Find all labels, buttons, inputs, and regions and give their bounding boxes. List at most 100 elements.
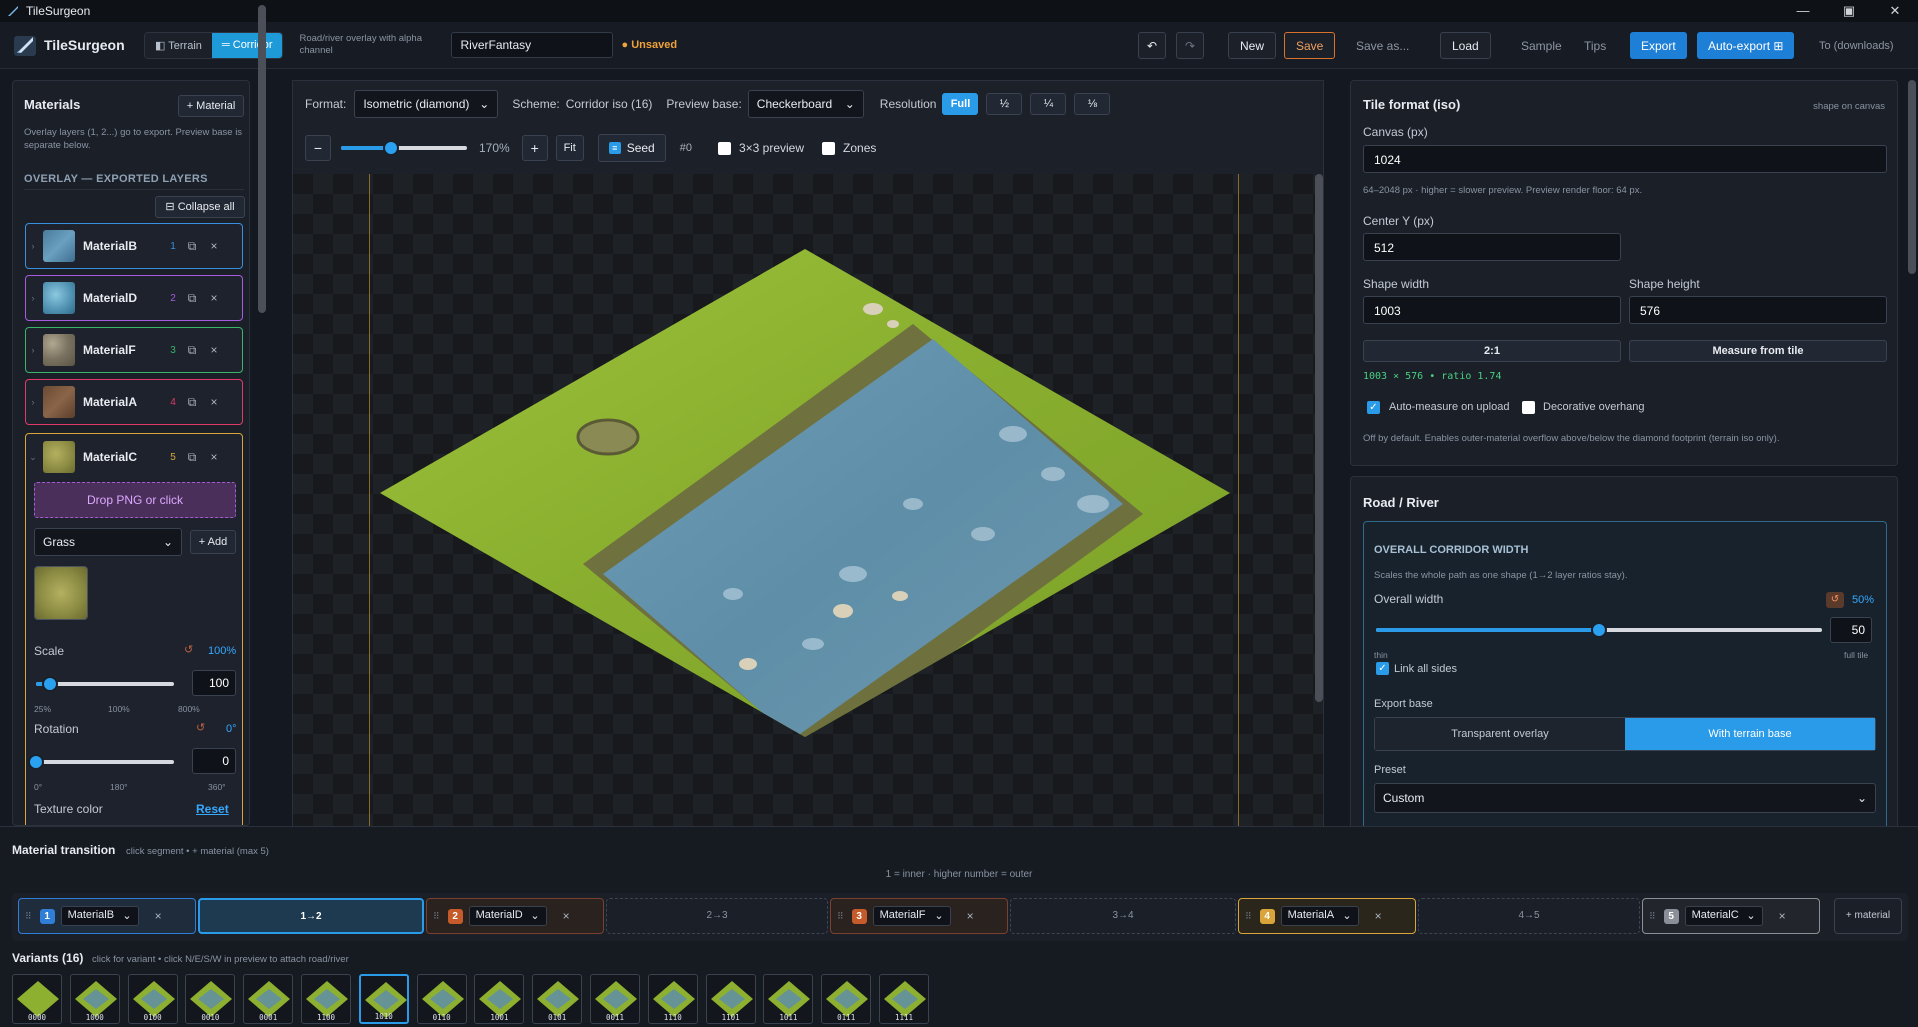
variant-thumbnail[interactable]: 1000	[69, 974, 120, 1024]
variant-thumbnail[interactable]: 1001	[474, 974, 525, 1024]
remove-node-icon[interactable]: ×	[563, 909, 570, 923]
variant-thumbnail[interactable]: 0000	[12, 974, 62, 1024]
expand-caret-icon[interactable]: ›	[26, 397, 40, 407]
tile-preview-canvas[interactable]	[293, 174, 1323, 826]
tips-button[interactable]: Tips	[1573, 32, 1617, 59]
variant-thumbnail[interactable]: 0010	[185, 974, 236, 1024]
preview-base-select[interactable]: Checkerboard ⌄	[747, 90, 864, 118]
res-eighth-button[interactable]: ⅛	[1074, 93, 1111, 115]
transition-node[interactable]: ⠿ 5 MaterialC ⌄ ×	[1642, 898, 1820, 934]
transition-segment[interactable]: 4→5	[1418, 898, 1640, 934]
texture-preview[interactable]	[34, 566, 88, 620]
zoom-out-button[interactable]: −	[305, 135, 331, 161]
layer-row[interactable]: › MaterialD 2 ⧉ ×	[25, 275, 243, 321]
add-material-node-button[interactable]: + material	[1834, 898, 1902, 934]
add-material-button[interactable]: + Material	[178, 95, 244, 117]
scale-slider[interactable]	[36, 676, 174, 692]
duplicate-icon[interactable]: ⧉	[181, 450, 203, 465]
rotation-slider[interactable]	[28, 754, 174, 770]
save-as-button[interactable]: Save as...	[1345, 32, 1420, 59]
node-material-select[interactable]: MaterialD ⌄	[468, 906, 547, 926]
layer-row[interactable]: › MaterialA 4 ⧉ ×	[25, 379, 243, 425]
auto-export-button[interactable]: Auto-export ⊞	[1697, 32, 1795, 59]
variant-thumbnail[interactable]: 1011	[763, 974, 814, 1024]
node-material-select[interactable]: MaterialF ⌄	[872, 906, 951, 926]
remove-node-icon[interactable]: ×	[967, 909, 974, 923]
zoom-in-button[interactable]: +	[521, 135, 548, 161]
layer-row[interactable]: ⌄ MaterialC 5 ⧉ ×	[26, 434, 242, 480]
load-button[interactable]: Load	[1440, 32, 1491, 59]
duplicate-icon[interactable]: ⧉	[181, 239, 203, 254]
canvas-scrollbar[interactable]	[1315, 174, 1323, 702]
node-material-select[interactable]: MaterialA ⌄	[1280, 906, 1359, 926]
reset-width-icon[interactable]: ↺	[1826, 592, 1844, 608]
shape-width-input[interactable]: 1003	[1363, 296, 1621, 324]
save-button[interactable]: Save	[1284, 32, 1336, 59]
settings-scrollbar[interactable]	[1908, 80, 1916, 274]
link-sides-checkbox[interactable]: ✓	[1376, 662, 1389, 675]
remove-node-icon[interactable]: ×	[155, 909, 162, 923]
remove-icon[interactable]: ×	[203, 239, 225, 253]
expand-caret-icon[interactable]: ›	[26, 293, 40, 303]
zoom-slider[interactable]	[341, 140, 467, 156]
grid-preview-checkbox[interactable]	[717, 141, 731, 155]
variant-thumbnail[interactable]: 0110	[416, 974, 467, 1024]
duplicate-icon[interactable]: ⧉	[181, 395, 203, 410]
transition-node[interactable]: ⠿ 3 MaterialF ⌄ ×	[830, 898, 1008, 934]
decorative-overhang-checkbox[interactable]	[1522, 401, 1535, 414]
format-select[interactable]: Isometric (diamond) ⌄	[354, 90, 499, 118]
close-icon[interactable]: ✕	[1872, 0, 1918, 22]
rotation-input[interactable]: 0	[192, 748, 236, 774]
reset-color-link[interactable]: Reset	[196, 802, 229, 816]
variant-thumbnail[interactable]: 0111	[821, 974, 872, 1024]
transition-node[interactable]: ⠿ 2 MaterialD ⌄ ×	[426, 898, 604, 934]
sample-button[interactable]: Sample	[1510, 32, 1573, 59]
transition-node[interactable]: ⠿ 4 MaterialA ⌄ ×	[1238, 898, 1416, 934]
ratio-button[interactable]: 2:1	[1363, 340, 1621, 362]
transition-segment-active[interactable]: 1→2	[198, 898, 424, 934]
zones-checkbox[interactable]	[822, 141, 836, 155]
seed-button[interactable]: ≡ Seed	[597, 134, 666, 162]
variant-thumbnail[interactable]: 0100	[127, 974, 178, 1024]
variant-thumbnail[interactable]: 1100	[301, 974, 351, 1024]
png-drop-zone[interactable]: Drop PNG or click	[34, 482, 236, 518]
collapse-caret-icon[interactable]: ⌄	[26, 452, 40, 463]
drag-handle-icon[interactable]: ⠿	[433, 911, 440, 922]
export-button[interactable]: Export	[1630, 32, 1687, 59]
iso-tile-render[interactable]	[293, 174, 1323, 826]
variant-thumbnail[interactable]: 1101	[705, 974, 756, 1024]
maximize-icon[interactable]: ▣	[1826, 0, 1872, 22]
auto-measure-checkbox[interactable]: ✓	[1367, 401, 1380, 414]
fit-button[interactable]: Fit	[555, 135, 584, 161]
node-material-select[interactable]: MaterialC ⌄	[1684, 906, 1763, 926]
canvas-input[interactable]: 1024	[1363, 145, 1887, 173]
project-name-input[interactable]: RiverFantasy	[451, 32, 614, 58]
node-material-select[interactable]: MaterialB ⌄	[60, 906, 139, 926]
variant-thumbnail[interactable]: 1010	[358, 974, 409, 1024]
redo-button[interactable]: ↷	[1176, 32, 1204, 59]
transition-segment[interactable]: 3→4	[1010, 898, 1236, 934]
variant-thumbnail[interactable]: 0001	[243, 974, 294, 1024]
mode-terrain-tab[interactable]: ◧ Terrain	[145, 32, 212, 58]
drag-handle-icon[interactable]: ⠿	[25, 911, 32, 922]
undo-button[interactable]: ↶	[1138, 32, 1166, 59]
rotation-slider-knob[interactable]	[28, 754, 44, 770]
with-base-option[interactable]: With terrain base	[1625, 718, 1875, 750]
transition-node[interactable]: ⠿ 1 MaterialB ⌄ ×	[18, 898, 196, 934]
mode-corridor-tab[interactable]: ═ Corridor	[211, 32, 283, 58]
add-texture-button[interactable]: + Add	[190, 530, 236, 554]
minimize-icon[interactable]: —	[1780, 0, 1826, 22]
overall-width-knob[interactable]	[1591, 622, 1607, 638]
variant-thumbnail[interactable]: 0011	[590, 974, 640, 1024]
duplicate-icon[interactable]: ⧉	[181, 343, 203, 358]
transition-segment[interactable]: 2→3	[606, 898, 828, 934]
remove-icon[interactable]: ×	[203, 450, 225, 464]
reset-rotation-icon[interactable]: ↺	[196, 721, 205, 734]
downloads-target[interactable]: To (downloads)	[1808, 32, 1905, 59]
transparent-overlay-option[interactable]: Transparent overlay	[1375, 718, 1625, 750]
overall-width-slider[interactable]	[1376, 622, 1822, 638]
res-quarter-button[interactable]: ¼	[1030, 93, 1067, 115]
material-type-select[interactable]: Grass ⌄	[34, 528, 182, 556]
collapse-all-button[interactable]: ⊟ Collapse all	[155, 196, 245, 218]
variant-thumbnail[interactable]: 1110	[647, 974, 698, 1024]
